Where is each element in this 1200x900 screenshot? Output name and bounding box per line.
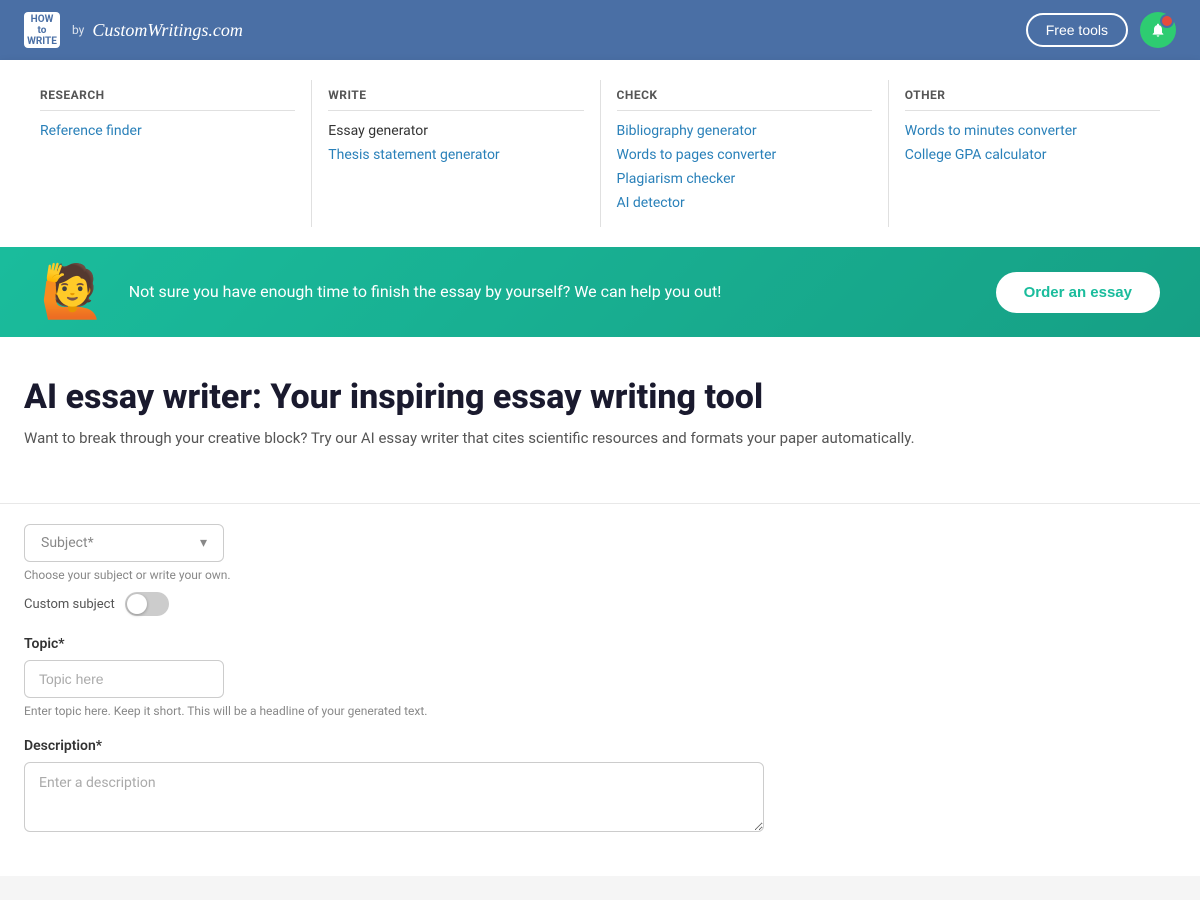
notification-button[interactable] xyxy=(1140,12,1176,48)
header: HOW to WRITE by CustomWritings.com Free … xyxy=(0,0,1200,60)
nav-check-title: CHECK xyxy=(617,88,872,111)
custom-subject-label: Custom subject xyxy=(24,597,115,612)
subject-hint: Choose your subject or write your own. xyxy=(24,568,1176,582)
logo-site: CustomWritings.com xyxy=(92,20,243,41)
banner-emoji: 🙋 xyxy=(40,266,105,318)
custom-subject-toggle[interactable] xyxy=(125,592,169,616)
nav-gpa-calculator[interactable]: College GPA calculator xyxy=(905,147,1160,163)
page-subtitle: Want to break through your creative bloc… xyxy=(24,429,1176,447)
topic-row: Topic* Enter topic here. Keep it short. … xyxy=(24,636,1176,718)
banner-text: Not sure you have enough time to finish … xyxy=(129,280,972,304)
bell-icon xyxy=(1150,22,1166,38)
logo-icon: HOW to WRITE xyxy=(24,12,60,48)
topic-hint: Enter topic here. Keep it short. This wi… xyxy=(24,704,1176,718)
nav-words-to-pages[interactable]: Words to pages converter xyxy=(617,147,872,163)
description-textarea[interactable] xyxy=(24,762,764,832)
subject-dropdown[interactable]: Subject* ▾ xyxy=(24,524,224,562)
nav-other: OTHER Words to minutes converter College… xyxy=(889,80,1176,227)
order-essay-button[interactable]: Order an essay xyxy=(996,272,1160,313)
essay-form: Subject* ▾ Choose your subject or write … xyxy=(0,503,1200,876)
logo: HOW to WRITE by CustomWritings.com xyxy=(24,12,243,48)
subject-row: Subject* ▾ Choose your subject or write … xyxy=(24,524,1176,616)
custom-subject-row: Custom subject xyxy=(24,592,1176,616)
logo-by: by xyxy=(72,23,84,37)
nav-thesis-generator[interactable]: Thesis statement generator xyxy=(328,147,583,163)
description-row: Description* xyxy=(24,738,1176,836)
nav-plagiarism-checker[interactable]: Plagiarism checker xyxy=(617,171,872,187)
topic-input[interactable] xyxy=(24,660,224,698)
nav-write: WRITE Essay generator Thesis statement g… xyxy=(312,80,600,227)
nav-research-title: RESEARCH xyxy=(40,88,295,111)
nav-essay-generator[interactable]: Essay generator xyxy=(328,123,583,139)
description-label: Description* xyxy=(24,738,1176,754)
main-content: AI essay writer: Your inspiring essay wr… xyxy=(0,337,1200,503)
free-tools-button[interactable]: Free tools xyxy=(1026,13,1128,47)
topic-label: Topic* xyxy=(24,636,1176,652)
header-actions: Free tools xyxy=(1026,12,1176,48)
nav-reference-finder[interactable]: Reference finder xyxy=(40,123,295,139)
nav-other-title: OTHER xyxy=(905,88,1160,111)
page-title: AI essay writer: Your inspiring essay wr… xyxy=(24,377,1176,417)
dropdown-nav: RESEARCH Reference finder WRITE Essay ge… xyxy=(0,60,1200,247)
nav-ai-detector[interactable]: AI detector xyxy=(617,195,872,211)
subject-dropdown-label: Subject* xyxy=(41,535,94,551)
chevron-down-icon: ▾ xyxy=(200,535,207,551)
nav-research: RESEARCH Reference finder xyxy=(24,80,312,227)
nav-write-title: WRITE xyxy=(328,88,583,111)
nav-check: CHECK Bibliography generator Words to pa… xyxy=(601,80,889,227)
nav-words-to-minutes[interactable]: Words to minutes converter xyxy=(905,123,1160,139)
nav-bibliography-generator[interactable]: Bibliography generator xyxy=(617,123,872,139)
promo-banner: 🙋 Not sure you have enough time to finis… xyxy=(0,247,1200,337)
